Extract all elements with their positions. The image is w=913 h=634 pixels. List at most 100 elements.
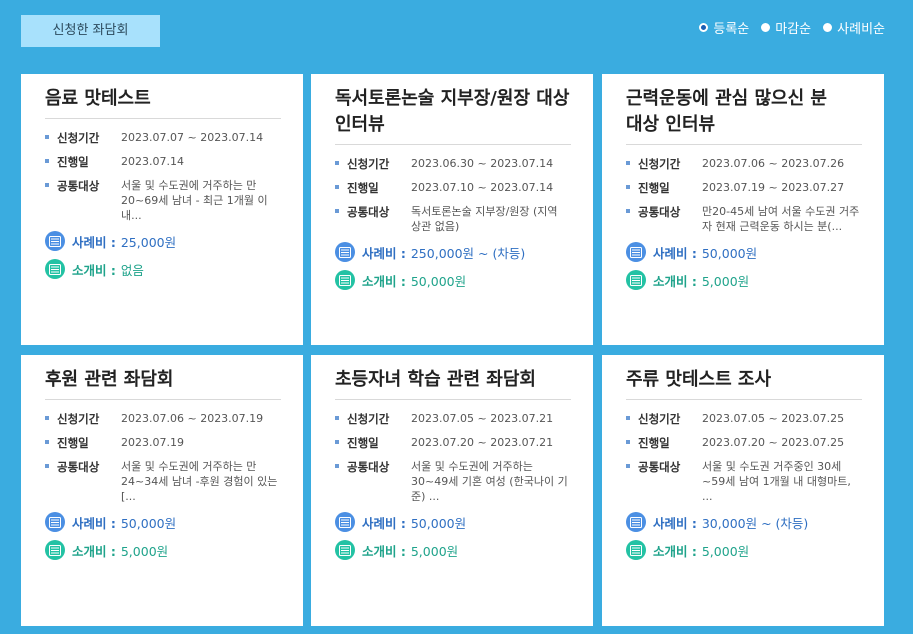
- pay-row: 사례비 : 50,000원: [335, 512, 571, 532]
- roundtable-card[interactable]: 초등자녀 학습 관련 좌담회 신청기간 2023.07.05 ~ 2023.07…: [311, 355, 593, 626]
- radio-icon[interactable]: [761, 23, 771, 32]
- pay-label: 사례비 :: [72, 234, 116, 250]
- card-info: 신청기간 2023.07.07 ~ 2023.07.14 진행일 2023.07…: [45, 130, 281, 223]
- date-label: 진행일: [335, 180, 411, 196]
- date-value: 2023.07.19 ~ 2023.07.27: [702, 181, 845, 194]
- referral-row: 소개비 : 5,000원: [45, 540, 281, 560]
- target-value: 서울 및 수도권에 거주하는 30~49세 기혼 여성 (한국나이 기준) ..…: [411, 460, 568, 503]
- date-row: 진행일 2023.07.19 ~ 2023.07.27: [626, 180, 862, 196]
- period-row: 신청기간 2023.07.07 ~ 2023.07.14: [45, 130, 281, 146]
- date-row: 진행일 2023.07.14: [45, 154, 281, 170]
- card-info: 신청기간 2023.07.06 ~ 2023.07.19 진행일 2023.07…: [45, 411, 281, 504]
- target-row: 공통대상 만20-45세 남여 서울 수도권 거주자 현재 근력운동 하시는 분…: [626, 204, 862, 234]
- sort-options: 등록순 마감순 사례비순: [699, 18, 885, 37]
- target-value: 서울 및 수도권에 거주하는 만 20~69세 남녀 - 최근 1개월 이내..…: [121, 179, 268, 222]
- sort-fee-option[interactable]: 사례비순: [823, 18, 885, 37]
- target-row: 공통대상 서울 및 수도권 거주중인 30세~59세 남여 1개월 내 대형마트…: [626, 459, 862, 504]
- target-label: 공통대상: [335, 459, 411, 504]
- radio-selected-icon[interactable]: [699, 23, 709, 32]
- pay-value: 250,000원 ~ (차등): [410, 245, 526, 261]
- roundtable-card[interactable]: 근력운동에 관심 많으신 분 대상 인터뷰 신청기간 2023.07.06 ~ …: [602, 74, 884, 345]
- roundtable-card[interactable]: 후원 관련 좌담회 신청기간 2023.07.06 ~ 2023.07.19 진…: [21, 355, 303, 626]
- pay-label: 사례비 :: [362, 515, 406, 531]
- referral-label: 소개비 :: [72, 262, 116, 278]
- target-row: 공통대상 서울 및 수도권에 거주하는 30~49세 기혼 여성 (한국나이 기…: [335, 459, 571, 504]
- pay-value: 50,000원: [120, 515, 177, 531]
- document-icon: [45, 231, 65, 251]
- pay-label: 사례비 :: [72, 515, 116, 531]
- target-value: 만20-45세 남여 서울 수도권 거주자 현재 근력운동 하시는 분(...: [702, 205, 860, 233]
- pay-row: 사례비 : 25,000원: [45, 231, 281, 251]
- date-row: 진행일 2023.07.19: [45, 435, 281, 451]
- referral-value: 5,000원: [410, 543, 459, 559]
- document-icon: [335, 540, 355, 560]
- pay-row: 사례비 : 250,000원 ~ (차등): [335, 242, 571, 262]
- card-title[interactable]: 초등자녀 학습 관련 좌담회: [335, 367, 571, 400]
- pay-row: 사례비 : 50,000원: [45, 512, 281, 532]
- applied-roundtables-button[interactable]: 신청한 좌담회: [21, 15, 160, 47]
- roundtable-card[interactable]: 음료 맛테스트 신청기간 2023.07.07 ~ 2023.07.14 진행일…: [21, 74, 303, 345]
- target-value: 서울 및 수도권에 거주하는 만 24~34세 남녀 -후원 경험이 있는 [.…: [121, 460, 278, 503]
- document-icon: [626, 512, 646, 532]
- document-icon: [335, 242, 355, 262]
- target-label: 공통대상: [45, 178, 121, 223]
- pay-row: 사례비 : 30,000원 ~ (차등): [626, 512, 862, 532]
- card-title[interactable]: 주류 맛테스트 조사: [626, 367, 862, 400]
- period-value: 2023.07.05 ~ 2023.07.21: [411, 412, 554, 425]
- period-row: 신청기간 2023.07.06 ~ 2023.07.26: [626, 156, 862, 172]
- date-value: 2023.07.20 ~ 2023.07.21: [411, 436, 554, 449]
- referral-label: 소개비 :: [72, 543, 116, 559]
- date-label: 진행일: [45, 435, 121, 451]
- period-value: 2023.07.05 ~ 2023.07.25: [702, 412, 845, 425]
- date-label: 진행일: [626, 180, 702, 196]
- period-label: 신청기간: [45, 130, 121, 146]
- period-row: 신청기간 2023.07.06 ~ 2023.07.19: [45, 411, 281, 427]
- card-info: 신청기간 2023.06.30 ~ 2023.07.14 진행일 2023.07…: [335, 156, 571, 234]
- document-icon: [45, 512, 65, 532]
- referral-label: 소개비 :: [362, 543, 406, 559]
- document-icon: [335, 270, 355, 290]
- roundtable-card[interactable]: 독서토론논술 지부장/원장 대상 인터뷰 신청기간 2023.06.30 ~ 2…: [311, 74, 593, 345]
- card-title[interactable]: 독서토론논술 지부장/원장 대상 인터뷰: [335, 86, 571, 145]
- date-label: 진행일: [335, 435, 411, 451]
- target-row: 공통대상 독서토론논술 지부장/원장 (지역 상관 없음): [335, 204, 571, 234]
- referral-value: 5,000원: [701, 273, 750, 289]
- date-value: 2023.07.19: [121, 436, 184, 449]
- date-label: 진행일: [626, 435, 702, 451]
- period-label: 신청기간: [335, 411, 411, 427]
- target-row: 공통대상 서울 및 수도권에 거주하는 만 20~69세 남녀 - 최근 1개월…: [45, 178, 281, 223]
- pay-value: 25,000원: [120, 234, 177, 250]
- pay-value: 30,000원 ~ (차등): [701, 515, 809, 531]
- card-title[interactable]: 근력운동에 관심 많으신 분 대상 인터뷰: [626, 86, 862, 145]
- date-row: 진행일 2023.07.20 ~ 2023.07.21: [335, 435, 571, 451]
- target-value: 독서토론논술 지부장/원장 (지역 상관 없음): [411, 205, 558, 233]
- card-title[interactable]: 음료 맛테스트: [45, 86, 281, 119]
- target-label: 공통대상: [626, 459, 702, 504]
- card-title[interactable]: 후원 관련 좌담회: [45, 367, 281, 400]
- referral-label: 소개비 :: [362, 273, 406, 289]
- document-icon: [626, 540, 646, 560]
- referral-row: 소개비 : 5,000원: [335, 540, 571, 560]
- document-icon: [626, 242, 646, 262]
- roundtable-card[interactable]: 주류 맛테스트 조사 신청기간 2023.07.05 ~ 2023.07.25 …: [602, 355, 884, 626]
- document-icon: [335, 512, 355, 532]
- referral-value: 5,000원: [120, 543, 169, 559]
- target-label: 공통대상: [45, 459, 121, 504]
- pay-value: 50,000원: [701, 245, 758, 261]
- referral-row: 소개비 : 5,000원: [626, 270, 862, 290]
- pay-label: 사례비 :: [653, 515, 697, 531]
- sort-registration-option[interactable]: 등록순: [699, 18, 749, 37]
- document-icon: [626, 270, 646, 290]
- period-value: 2023.07.06 ~ 2023.07.19: [121, 412, 264, 425]
- referral-value: 50,000원: [410, 273, 467, 289]
- referral-label: 소개비 :: [653, 273, 697, 289]
- sort-deadline-option[interactable]: 마감순: [761, 18, 811, 37]
- pay-row: 사례비 : 50,000원: [626, 242, 862, 262]
- sort-label: 마감순: [775, 22, 812, 37]
- radio-icon[interactable]: [823, 23, 833, 32]
- referral-value: 없음: [120, 262, 144, 278]
- target-value: 서울 및 수도권 거주중인 30세~59세 남여 1개월 내 대형마트, ...: [702, 460, 851, 503]
- period-row: 신청기간 2023.07.05 ~ 2023.07.21: [335, 411, 571, 427]
- document-icon: [45, 540, 65, 560]
- period-row: 신청기간 2023.06.30 ~ 2023.07.14: [335, 156, 571, 172]
